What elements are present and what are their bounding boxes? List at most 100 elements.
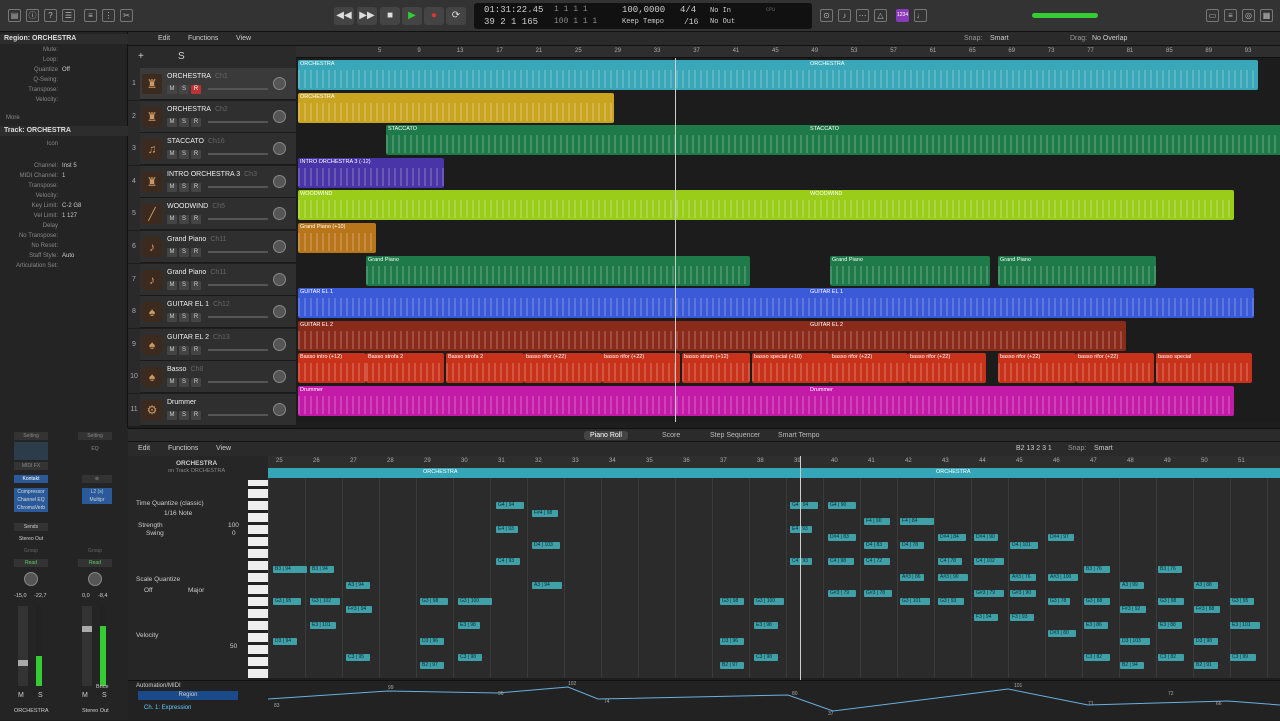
region-param-value[interactable]: Off	[62, 66, 70, 75]
solo-left[interactable]: S	[38, 692, 43, 699]
instrument-icon[interactable]: ♠	[142, 334, 162, 355]
midi-note[interactable]: F4 | 84	[900, 518, 934, 525]
drag-select[interactable]: No Overlap	[1092, 35, 1127, 42]
midi-note[interactable]: E4 | 93	[496, 526, 518, 533]
fader-right[interactable]	[82, 606, 92, 686]
mute-button[interactable]: M	[167, 150, 177, 160]
tuner-icon[interactable]: ♪	[838, 9, 851, 22]
midi-note[interactable]: D#4 | 83	[828, 534, 856, 541]
view-menu[interactable]: View	[236, 35, 251, 42]
midi-note[interactable]: B3 | 76	[1158, 566, 1182, 573]
solo-button[interactable]: S	[179, 117, 189, 127]
track-name[interactable]: GUITAR EL 1 Ch12	[167, 301, 230, 308]
midi-fx-slot[interactable]: MIDI FX	[14, 462, 48, 470]
functions-menu[interactable]: Functions	[188, 35, 218, 42]
pan-knob[interactable]	[273, 174, 286, 188]
pan-knob[interactable]	[273, 77, 286, 90]
region-param-row[interactable]: Mute:	[0, 46, 128, 55]
midi-note[interactable]: F4 | 90	[864, 518, 890, 525]
midi-note[interactable]: G3 | 100	[754, 598, 784, 605]
region[interactable]: ORCHESTRA ORCHESTRA	[298, 60, 1258, 90]
mute-button[interactable]: M	[167, 345, 177, 355]
solo-button[interactable]: S	[179, 313, 189, 323]
cycle-button[interactable]: ⟳	[446, 7, 466, 25]
track-name[interactable]: INTRO ORCHESTRA 3 Ch3	[167, 171, 257, 178]
pr-edit-menu[interactable]: Edit	[138, 445, 150, 452]
output-slot[interactable]: Stereo Out	[14, 535, 48, 543]
midi-note[interactable]: C4 | 98	[828, 558, 854, 565]
midi-note[interactable]: A3 | 88	[1194, 582, 1218, 589]
track-volume-slider[interactable]	[208, 316, 268, 319]
region[interactable]: basso rifor (+22)	[830, 353, 908, 384]
track-param-value[interactable]: 1 127	[62, 212, 77, 221]
region[interactable]: basso rifor (+22)	[602, 353, 680, 384]
notepad-icon[interactable]: ▭	[1206, 9, 1219, 22]
region[interactable]: Grand Piano	[998, 255, 1156, 286]
group-slot-right[interactable]: Group	[78, 547, 112, 555]
smart-controls-icon[interactable]: ☰	[62, 9, 75, 22]
sq-off-select[interactable]: Off	[144, 587, 153, 594]
track-header[interactable]: 9 ♠ GUITAR EL 2 Ch13 MSR	[128, 328, 296, 361]
pan-knob[interactable]	[273, 337, 286, 351]
sq-scale-select[interactable]: Major	[188, 587, 204, 594]
track-header[interactable]: 8 ♠ GUITAR EL 1 Ch12 MSR	[128, 296, 296, 329]
region-header[interactable]: Region: ORCHESTRA	[0, 34, 128, 44]
midi-note[interactable]: D3 | 96	[420, 638, 444, 645]
pan-knob[interactable]	[273, 370, 286, 384]
track-volume-slider[interactable]	[208, 153, 268, 156]
setting-button-left[interactable]: Setting	[14, 432, 48, 440]
midi-note[interactable]: F#4 | 98	[532, 510, 558, 517]
track-volume-slider[interactable]	[208, 88, 268, 90]
solo-right[interactable]: S	[102, 692, 107, 699]
instrument-icon[interactable]: ╱	[142, 204, 162, 225]
pr-snap-select[interactable]: Smart	[1094, 445, 1113, 452]
region-param-row[interactable]: Loop:	[0, 56, 128, 65]
list-icon[interactable]: ≡	[1224, 9, 1237, 22]
tempo-icon[interactable]: 1234	[896, 9, 909, 22]
browser-icon[interactable]: ▦	[1260, 9, 1273, 22]
track-param-row[interactable]: MIDI Channel: 1	[0, 172, 128, 181]
region[interactable]: basso rifor (+22)	[998, 353, 1076, 384]
track-param-row[interactable]: Icon	[0, 140, 128, 149]
track-name[interactable]: ORCHESTRA Ch1	[167, 73, 228, 80]
pr-region-strip[interactable]: ORCHESTRA ORCHESTRA	[268, 468, 1280, 478]
solo-button[interactable]: S	[179, 150, 189, 160]
tab-smart-tempo[interactable]: Smart Tempo	[772, 431, 826, 440]
track-header[interactable]: 10 ♠ Basso Ch8 MSR	[128, 361, 296, 394]
solo-button[interactable]: S	[179, 345, 189, 355]
midi-note[interactable]: G4 | 94	[790, 502, 818, 509]
library-icon[interactable]: ▤	[8, 9, 21, 22]
plugin-slot[interactable]: ChromaVerb	[14, 504, 48, 512]
midi-note[interactable]: C4 | 93	[496, 558, 520, 565]
track-param-value[interactable]: C-2 G8	[62, 202, 81, 211]
mute-left[interactable]: M	[18, 692, 24, 699]
midi-note[interactable]: E3 | 101	[1230, 622, 1260, 629]
midi-note[interactable]: G3 | 101	[900, 598, 930, 605]
midi-note[interactable]: D3 | 98	[1194, 638, 1218, 645]
automation-mode-right[interactable]: Read	[78, 559, 112, 567]
midi-note[interactable]: E3 | 98	[754, 622, 778, 629]
track-volume-slider[interactable]	[208, 218, 268, 221]
track-name[interactable]: Grand Piano Ch11	[167, 236, 227, 243]
count-in-icon[interactable]: ⋯	[856, 9, 869, 22]
midi-note[interactable]: C4 | 72	[864, 558, 890, 565]
mute-right[interactable]: M	[82, 692, 88, 699]
midi-note[interactable]: B3 | 94	[310, 566, 334, 573]
loop-browser-icon[interactable]: ◎	[1242, 9, 1255, 22]
instrument-icon[interactable]: ♜	[142, 74, 162, 94]
track-header[interactable]: 7 ♪ Grand Piano Ch11 MSR	[128, 263, 296, 296]
track-param-row[interactable]: Transpose:	[0, 182, 128, 191]
mute-button[interactable]: M	[167, 378, 177, 388]
sends-slot[interactable]: Sends	[14, 523, 48, 531]
track-param-value[interactable]: Inst 5	[62, 162, 77, 171]
track-header[interactable]: 2 ♜ ORCHESTRA Ch2 MSR	[128, 100, 296, 133]
midi-note[interactable]: A#3 | 90	[938, 574, 968, 581]
midi-note[interactable]: C3 | 98	[754, 654, 778, 661]
solo-button[interactable]: S	[179, 215, 189, 225]
region-param-row[interactable]: Velocity:	[0, 96, 128, 105]
track-param-row[interactable]: No Reset:	[0, 242, 128, 251]
track-name[interactable]: STACCATO Ch16	[167, 138, 225, 145]
midi-note[interactable]: G4 | 90	[828, 502, 856, 509]
midi-note[interactable]: B2 | 94	[1120, 662, 1144, 669]
pan-knob[interactable]	[273, 403, 286, 416]
